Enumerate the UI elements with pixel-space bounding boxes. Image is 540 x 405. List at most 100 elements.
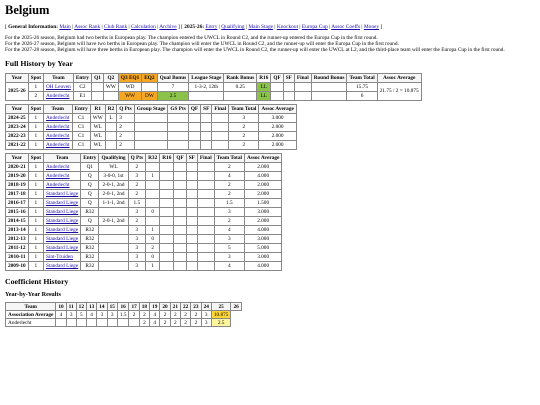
general-link-calculation[interactable]: Calculation [131, 24, 156, 30]
season-link-assoc-coeffs[interactable]: Assoc Coeffs [331, 24, 360, 30]
team-total-cell: 3 [213, 207, 245, 218]
team-link-standard-liege[interactable]: Standard Liege [46, 245, 78, 251]
q2-cell: WW [102, 82, 119, 93]
qf-cell [173, 252, 187, 263]
season-link-main-stage[interactable]: Main Stage [248, 24, 273, 30]
team-link-sint-truiden[interactable]: Sint-Truiden [46, 254, 73, 260]
team-total-cell: 15.75 [346, 82, 378, 93]
season-link-qualifying[interactable]: Qualifying [221, 24, 244, 30]
team-cell: Standard Liege [42, 234, 82, 245]
year-cell: 2011-12 [5, 243, 29, 254]
team-link-anderlecht[interactable]: Anderlecht [46, 124, 70, 130]
col-spot: Spot [27, 73, 44, 84]
team-link-standard-liege[interactable]: Standard Liege [46, 227, 78, 233]
team-link-standard-liege[interactable]: Standard Liege [46, 191, 78, 197]
season-value-cell: 2 [138, 310, 151, 320]
col-sf: SF [200, 104, 213, 115]
final-cell [196, 216, 215, 227]
r16-cell [159, 171, 175, 182]
team-link-standard-liege[interactable]: Standard Liege [46, 209, 78, 215]
season-label: 2025-26: [184, 24, 205, 30]
season-value-cell [55, 318, 67, 328]
season-value-cell: 3 [200, 310, 212, 320]
table-row: 2016-17 1 Standard Liege Q 1-1-1, 2nd 1.5 1.5 1… [5, 198, 283, 209]
table-row: 2012-13 1 Standard Liege R32 3 0 3 3.000 [5, 234, 283, 245]
season-link-knockout[interactable]: Knockout [277, 24, 298, 30]
general-link-assoc-rank[interactable]: Assoc Rank [74, 24, 100, 30]
qualifying-cell: 3-0-0, 1st [98, 171, 129, 182]
r32-cell: 0 [145, 207, 161, 218]
year-cell: 2017-18 [5, 189, 29, 200]
general-link-club-rank[interactable]: Club Rank [104, 24, 127, 30]
season-link-europa-cup[interactable]: Europa Cup [302, 24, 328, 30]
gs-pts-cell [167, 131, 189, 142]
team-link-anderlecht[interactable]: Anderlecht [46, 93, 70, 99]
page-title: Belgium [5, 3, 50, 17]
team-link-standard-liege[interactable]: Standard Liege [46, 236, 78, 242]
r2-cell [104, 140, 118, 151]
general-link-main[interactable]: Main [59, 24, 70, 30]
q-pts-cell: 3 [127, 234, 147, 245]
season-link-money[interactable]: Money [364, 24, 379, 30]
team-link-oh-leuven[interactable]: OH Leuven [46, 84, 71, 90]
assoc-average-cell: 4.000 [243, 261, 283, 272]
qualifying-cell: 2-0-1, 2nd [98, 189, 129, 200]
team-link-anderlecht[interactable]: Anderlecht [46, 182, 70, 188]
col-assoc-average: Assoc Average [376, 73, 422, 84]
team-link-anderlecht[interactable]: Anderlecht [46, 173, 70, 179]
team-cell: Anderlecht [42, 171, 82, 182]
r16-cell [159, 180, 175, 191]
col-assoc-average: Assoc Average [243, 153, 283, 164]
q-pts-cell: 2 [127, 189, 147, 200]
team-link-anderlecht[interactable]: Anderlecht [46, 115, 70, 121]
sf-cell [282, 82, 295, 93]
col-rank-bonus: Rank Bonus [223, 73, 258, 84]
table-row: 2011-12 1 Standard Liege R32 3 2 5 5.000 [5, 243, 283, 254]
col-year: Year [5, 104, 29, 115]
season-link-entry[interactable]: Entry [205, 24, 217, 30]
entry-cell: R32 [80, 261, 100, 272]
sf-cell [200, 122, 213, 133]
spot-cell: 1 [27, 140, 44, 151]
team-link-anderlecht[interactable]: Anderlecht [8, 320, 32, 326]
final-cell [196, 162, 215, 173]
r32-cell: 1 [145, 171, 161, 182]
q2-cell [102, 91, 119, 102]
table-row: 2010-11 1 Sint-Truiden R32 3 0 3 3.000 [5, 252, 283, 263]
col-q-pts: Q Pts [127, 153, 147, 164]
qualifying-cell [98, 261, 129, 272]
team-cell: Anderlecht [42, 180, 82, 191]
q-pts-cell: 2 [116, 122, 135, 133]
table-row: 2018-19 1 Anderlecht Q 2-0-1, 2nd 2 2 2.000 [5, 180, 283, 191]
general-link-archive[interactable]: Archive [159, 24, 176, 30]
assoc-average-cell: 3.000 [243, 234, 283, 245]
team-link-anderlecht[interactable]: Anderlecht [46, 133, 70, 139]
gs-pts-cell [167, 140, 189, 151]
entry-cell: R32 [80, 234, 100, 245]
r1-cell: WL [89, 140, 106, 151]
team-total-cell: 2 [228, 131, 260, 142]
team-link-standard-liege[interactable]: Standard Liege [46, 218, 78, 224]
team-link-anderlecht[interactable]: Anderlecht [46, 142, 70, 148]
team-link-anderlecht[interactable]: Anderlecht [46, 164, 70, 170]
col-qf: QF [187, 104, 202, 115]
team-total-cell: 4 [213, 261, 245, 272]
qf-cell [173, 180, 187, 191]
team-link-standard-liege[interactable]: Standard Liege [46, 263, 78, 269]
table-row: Anderlecht 2 4 2 2 2 2 3 2.5 [4, 318, 242, 328]
group-stage-cell [133, 131, 169, 142]
team-cell: Anderlecht [42, 162, 82, 173]
col-12: 12 [75, 302, 87, 312]
season-value-cell: 2 [190, 318, 202, 328]
qualifying-cell [98, 225, 129, 236]
history-table-2009-2021: Year Spot Team Entry Qualifying Q Pts R32 R16 QF… [5, 153, 283, 272]
col-qf: QF [270, 73, 284, 84]
team-total-cell: 2 [213, 216, 245, 227]
team-link-standard-liege[interactable]: Standard Liege [46, 200, 78, 206]
col-entry: Entry [80, 153, 100, 164]
final-cell [211, 122, 230, 133]
entry-cell: C1 [71, 131, 91, 142]
season-value-cell [128, 318, 140, 328]
final-cell [196, 243, 215, 254]
sf-cell [185, 207, 198, 218]
